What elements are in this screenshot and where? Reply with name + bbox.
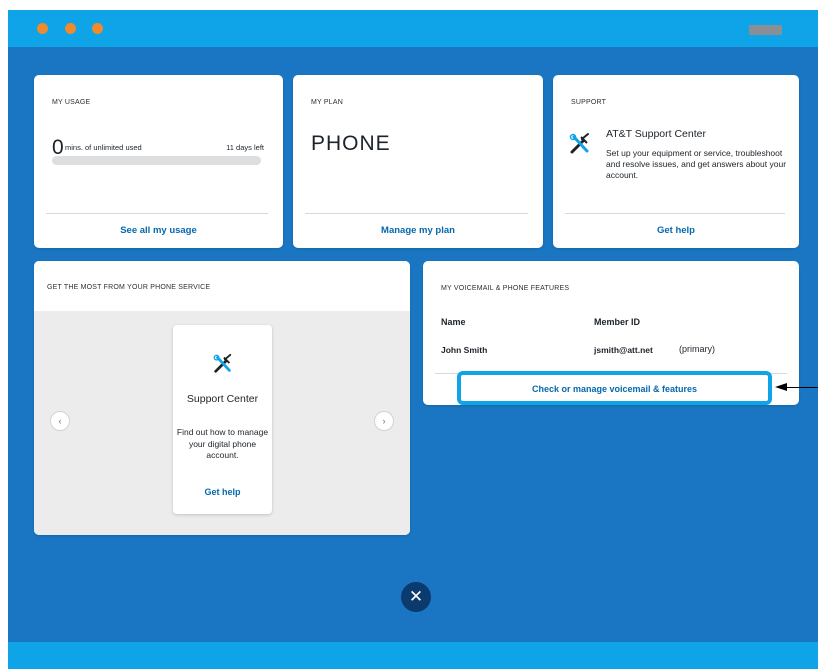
carousel-next-button[interactable]: ›: [374, 411, 394, 431]
promo-card-panel: GET THE MOST FROM YOUR PHONE SERVICE ‹ ›…: [34, 261, 410, 535]
usage-card: MY USAGE 0 mins. of unlimited used 11 da…: [34, 75, 283, 248]
usage-divider: [46, 213, 268, 214]
usage-progress-bar: [52, 156, 261, 165]
titlebar-indicator: [749, 25, 782, 35]
annotation-arrow-line: [786, 387, 818, 388]
promo-get-help-link[interactable]: Get help: [173, 487, 272, 497]
carousel-prev-button[interactable]: ‹: [50, 411, 70, 431]
column-header-name: Name: [441, 317, 466, 327]
window-maximize-dot[interactable]: [92, 23, 103, 34]
usage-amount-text: mins. of unlimited used: [65, 143, 142, 152]
window-minimize-dot[interactable]: [65, 23, 76, 34]
support-divider: [565, 213, 785, 214]
support-get-help-link[interactable]: Get help: [553, 225, 799, 236]
usage-card-label: MY USAGE: [52, 99, 91, 106]
manage-voicemail-highlight[interactable]: Check or manage voicemail & features: [457, 371, 772, 405]
support-title: AT&T Support Center: [606, 128, 706, 140]
support-card: SUPPORT AT&T Support Center Set up your …: [553, 75, 799, 248]
promo-carousel: ‹ › Support Center Find out how to manag…: [34, 311, 410, 535]
plan-card: MY PLAN PHONE Manage my plan: [293, 75, 543, 248]
promo-label: GET THE MOST FROM YOUR PHONE SERVICE: [47, 284, 211, 291]
title-bar: [8, 10, 818, 47]
manage-voicemail-link[interactable]: Check or manage voicemail & features: [461, 384, 768, 394]
support-description: Set up your equipment or service, troubl…: [606, 148, 787, 180]
manage-plan-link[interactable]: Manage my plan: [293, 225, 543, 236]
promo-header: GET THE MOST FROM YOUR PHONE SERVICE: [34, 261, 410, 311]
support-center-promo: Support Center Find out how to manage yo…: [173, 325, 272, 514]
plan-divider: [305, 213, 528, 214]
tools-icon: [569, 133, 589, 154]
promo-card-title: Support Center: [186, 393, 259, 405]
member-id: jsmith@att.net: [594, 345, 653, 355]
usage-days-left: 11 days left: [226, 143, 264, 152]
footer-strip: [8, 642, 818, 669]
promo-card-description: Find out how to manage your digital phon…: [176, 427, 269, 460]
window-close-dot[interactable]: [37, 23, 48, 34]
see-all-usage-link[interactable]: See all my usage: [34, 225, 283, 236]
tools-icon: [213, 353, 232, 373]
column-header-member-id: Member ID: [594, 317, 641, 327]
plan-name: PHONE: [311, 132, 391, 155]
member-name: John Smith: [441, 345, 488, 355]
plan-card-label: MY PLAN: [311, 99, 344, 106]
close-button[interactable]: ✕: [401, 582, 431, 612]
member-primary-tag: (primary): [679, 344, 715, 354]
voicemail-label: MY VOICEMAIL & PHONE FEATURES: [441, 285, 570, 292]
support-card-label: SUPPORT: [571, 99, 607, 106]
